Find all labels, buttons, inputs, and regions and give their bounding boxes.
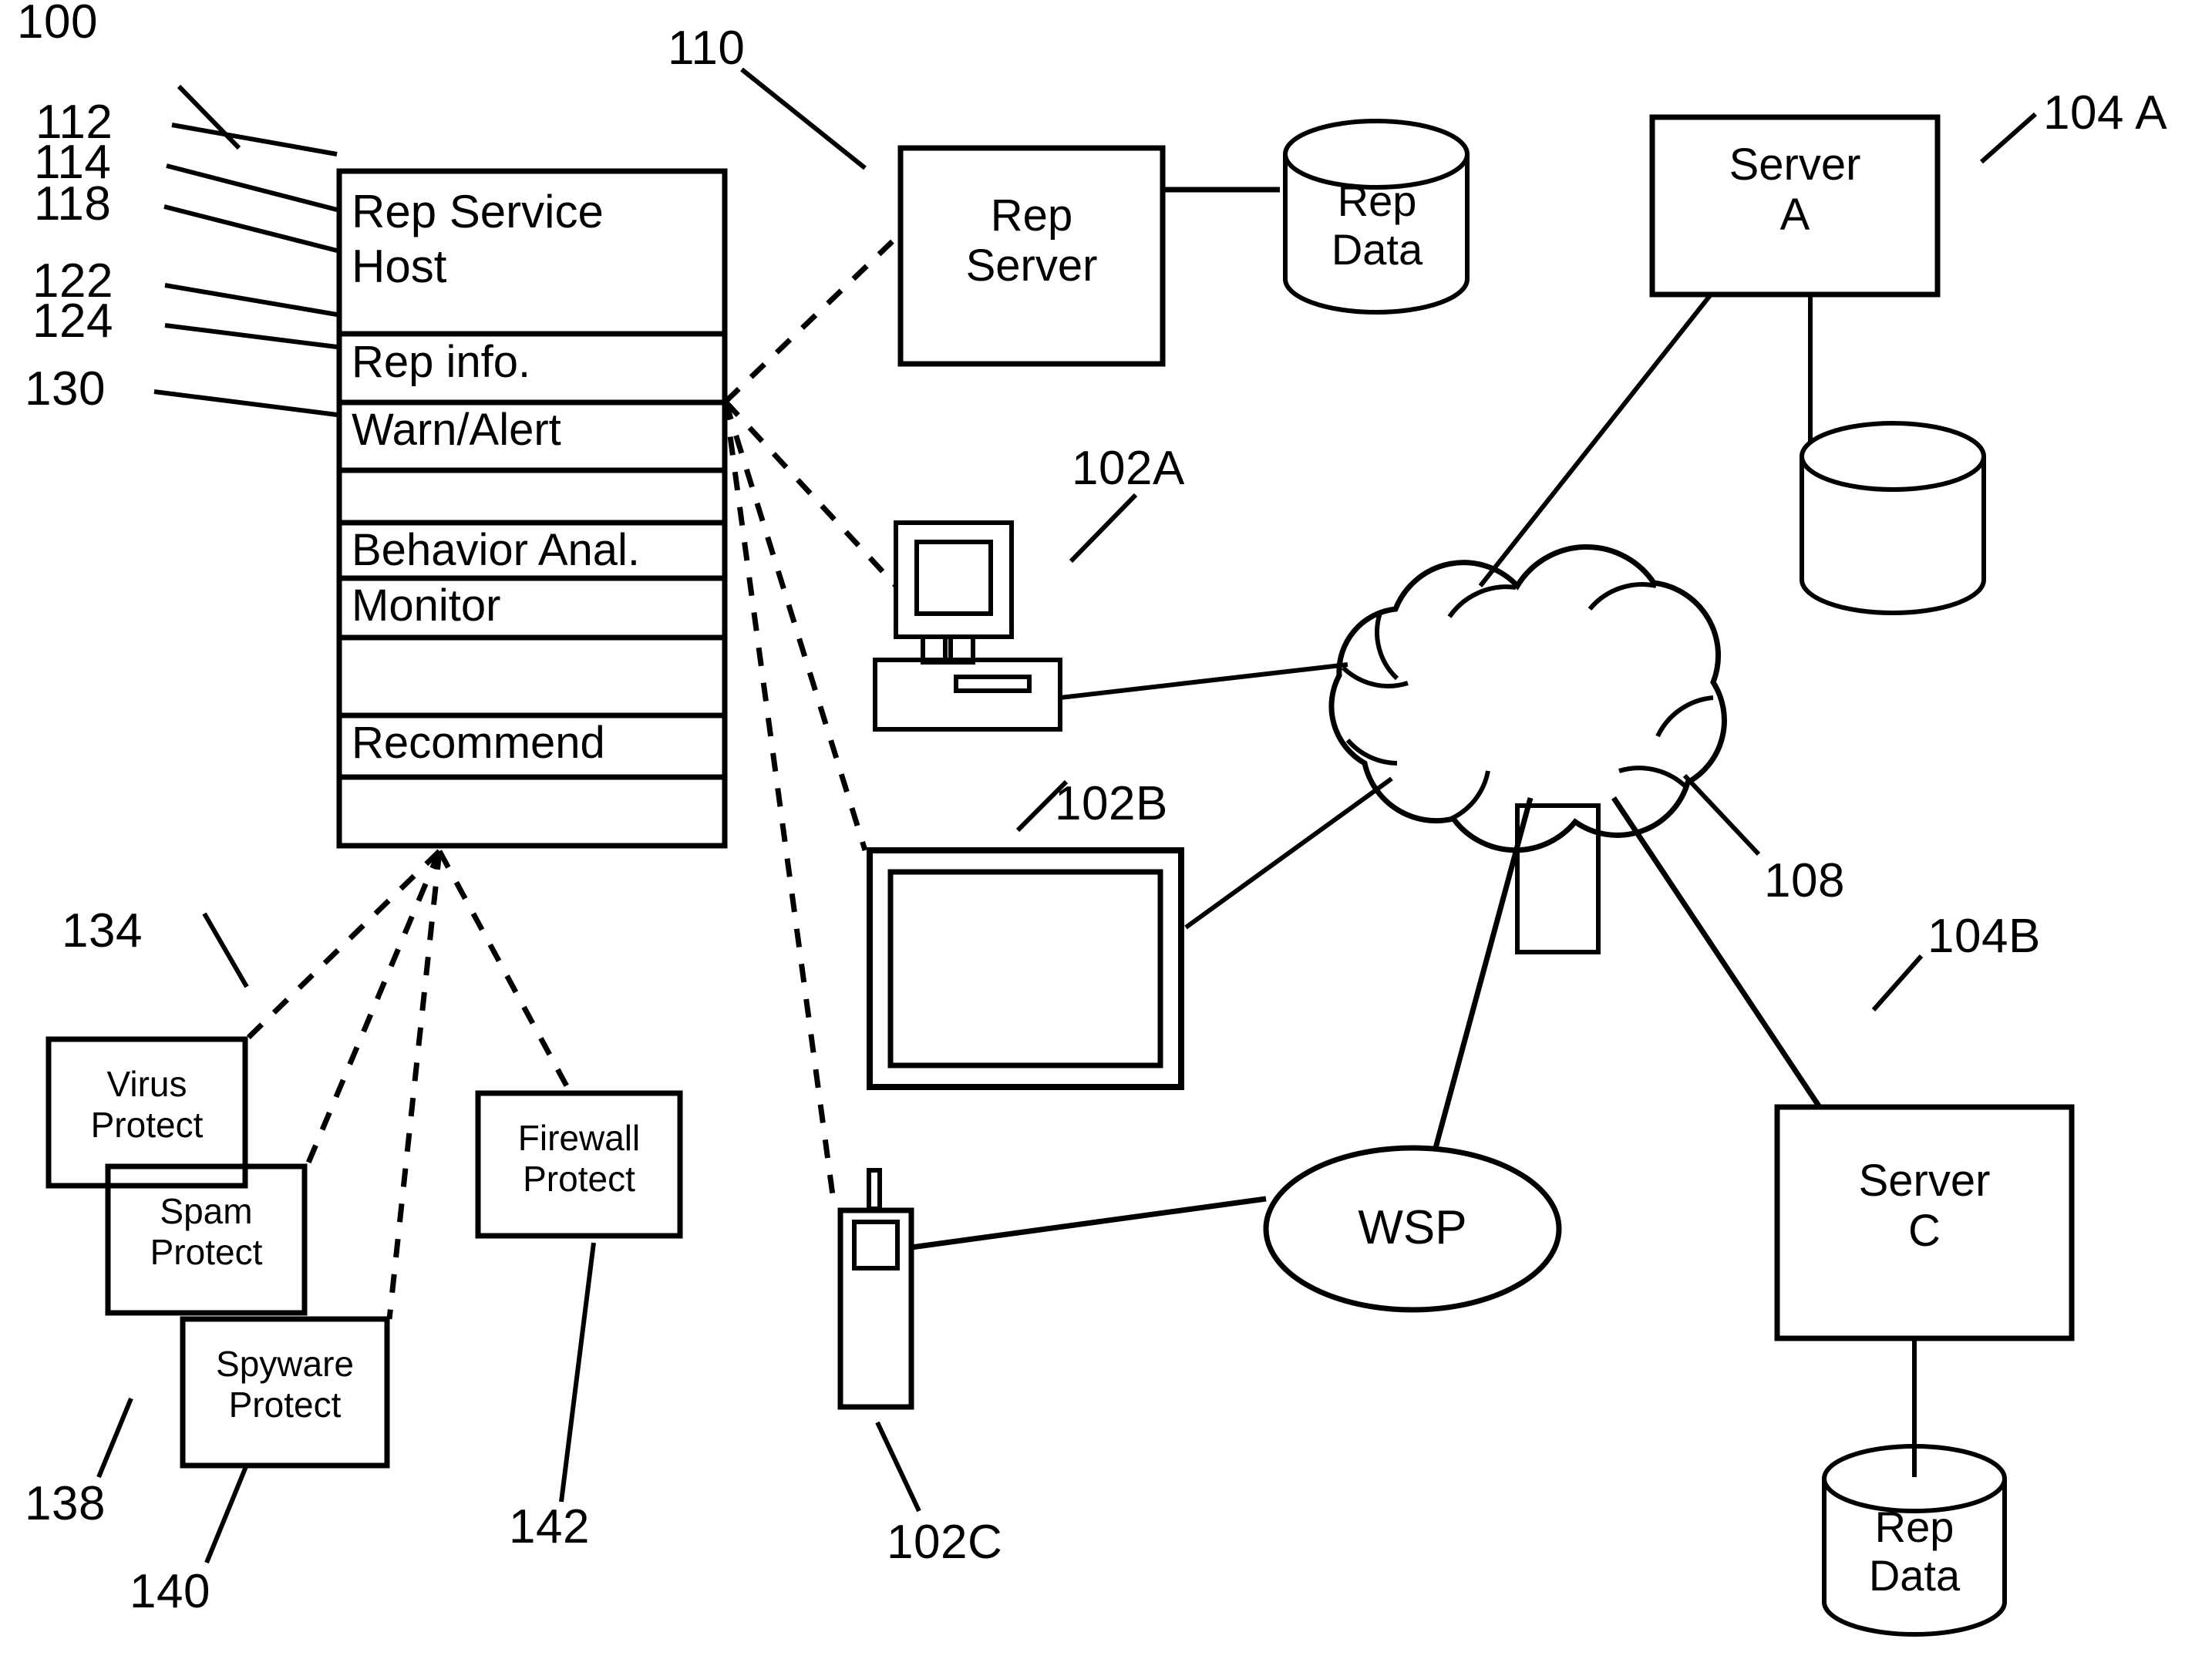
ref-102c: 102C	[887, 1516, 1003, 1569]
rep-data-bottom-label: Rep Data	[1868, 1503, 1961, 1600]
ref-102a: 102A	[1072, 442, 1185, 495]
ref-112-leader	[171, 123, 338, 156]
host-to-spyware-protect-dashed	[386, 850, 443, 1320]
host-to-client-a-dashed	[723, 399, 898, 588]
ref-102b: 102B	[1055, 777, 1168, 830]
ref-104a: 104 A	[2043, 86, 2168, 140]
ref-102c-leader	[875, 1421, 921, 1513]
host-to-client-c-dashed	[722, 401, 837, 1207]
server-a-to-network-link	[1478, 293, 1713, 587]
ref-100: 100	[17, 0, 98, 49]
host-to-spam-protect-dashed	[304, 850, 443, 1168]
ref-140: 140	[130, 1565, 210, 1618]
ref-130-leader	[153, 389, 338, 417]
host-to-virus-protect-dashed	[244, 849, 442, 1042]
client-b-to-network-link	[1184, 776, 1393, 930]
ref-140-leader	[204, 1463, 249, 1564]
server-a-label[interactable]: Server A	[1652, 140, 1938, 241]
client-b-display-icon	[867, 847, 1184, 1090]
ref-118-leader	[163, 204, 338, 253]
ref-142: 142	[509, 1500, 590, 1553]
server-c-to-network-link	[1611, 796, 1822, 1109]
host-to-rep-server-dashed	[723, 231, 903, 404]
ref-134: 134	[62, 904, 143, 957]
ref-124-leader	[164, 323, 338, 349]
ref-142-leader	[559, 1242, 596, 1503]
ref-110: 110	[668, 22, 746, 75]
ref-104a-leader	[1980, 112, 2037, 164]
ref-110-leader	[740, 67, 867, 170]
rep-data-top-label: Rep Data	[1331, 177, 1423, 274]
ref-138-leader	[96, 1397, 133, 1479]
client-a-to-network-link	[1059, 662, 1348, 700]
ref-134-leader	[202, 912, 249, 988]
ref-138: 138	[25, 1477, 106, 1530]
ref-130: 130	[25, 362, 106, 416]
rep-service-host-title: Rep Service Host	[352, 186, 604, 292]
host-row-behavior-anal[interactable]: Behavior Anal.	[352, 527, 722, 574]
ref-122-leader	[164, 283, 338, 317]
virus-protect-label[interactable]: Virus Protect	[49, 1064, 245, 1146]
client-a-desktop-icon	[873, 520, 1062, 732]
ref-114-leader	[166, 163, 338, 212]
ref-104b-leader	[1871, 954, 1924, 1011]
ref-124: 124	[32, 294, 113, 348]
spam-protect-label[interactable]: Spam Protect	[108, 1191, 305, 1273]
wsp-label[interactable]: WSP	[1266, 1203, 1559, 1253]
host-row-recommend[interactable]: Recommend	[352, 719, 722, 767]
host-row-warn-alert[interactable]: Warn/Alert	[352, 406, 722, 454]
ref-100-leader	[177, 84, 241, 150]
figure-canvas: 100 112 114 118 122 124 130 110 104 A 10…	[0, 0, 2212, 1676]
ref-108-leader	[1682, 773, 1761, 857]
host-to-firewall-protect-dashed	[436, 850, 574, 1095]
ref-102a-leader	[1069, 493, 1138, 564]
host-row-rep-info[interactable]: Rep info.	[352, 338, 722, 386]
server-a-db-cylinder	[1800, 421, 1986, 615]
rep-server-label[interactable]: Rep Server	[901, 190, 1163, 291]
ref-104b: 104B	[1928, 910, 2041, 963]
client-c-to-wsp-link	[911, 1196, 1267, 1250]
server-c-label[interactable]: Server C	[1777, 1156, 2072, 1257]
client-c-phone-icon	[837, 1168, 914, 1410]
wsp-to-network-link	[1433, 797, 1534, 1149]
spyware-protect-label[interactable]: Spyware Protect	[183, 1344, 387, 1425]
host-to-client-b-dashed	[722, 400, 868, 852]
ref-118: 118	[34, 177, 112, 231]
ref-108: 108	[1764, 854, 1845, 907]
firewall-protect-label[interactable]: Firewall Protect	[478, 1118, 680, 1200]
host-row-monitor[interactable]: Monitor	[352, 582, 722, 630]
